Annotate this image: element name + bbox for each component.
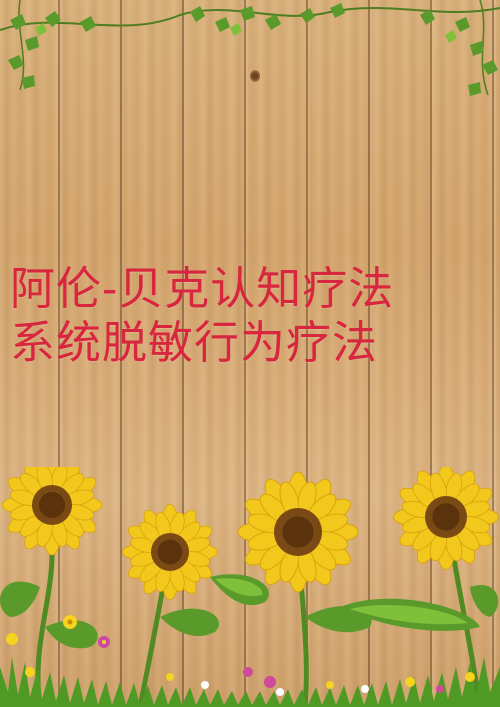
sunflower-icon bbox=[237, 471, 359, 593]
sunflower-icon bbox=[122, 504, 218, 600]
grass-icon bbox=[0, 657, 500, 707]
title-block: 阿伦-贝克认知疗法 系统脱敏行为疗法 bbox=[10, 262, 490, 370]
poster-page: 阿伦-贝克认知疗法 系统脱敏行为疗法 bbox=[0, 0, 500, 707]
title-line-2: 系统脱敏行为疗法 bbox=[10, 316, 379, 369]
sunflower-icon bbox=[1, 467, 103, 556]
sunflower-field bbox=[0, 467, 500, 707]
title-line-1: 阿伦-贝克认知疗法 bbox=[10, 262, 395, 315]
ivy-vine-icon bbox=[0, 0, 500, 96]
sunflower-icon bbox=[392, 467, 500, 571]
wood-knot bbox=[250, 70, 260, 82]
